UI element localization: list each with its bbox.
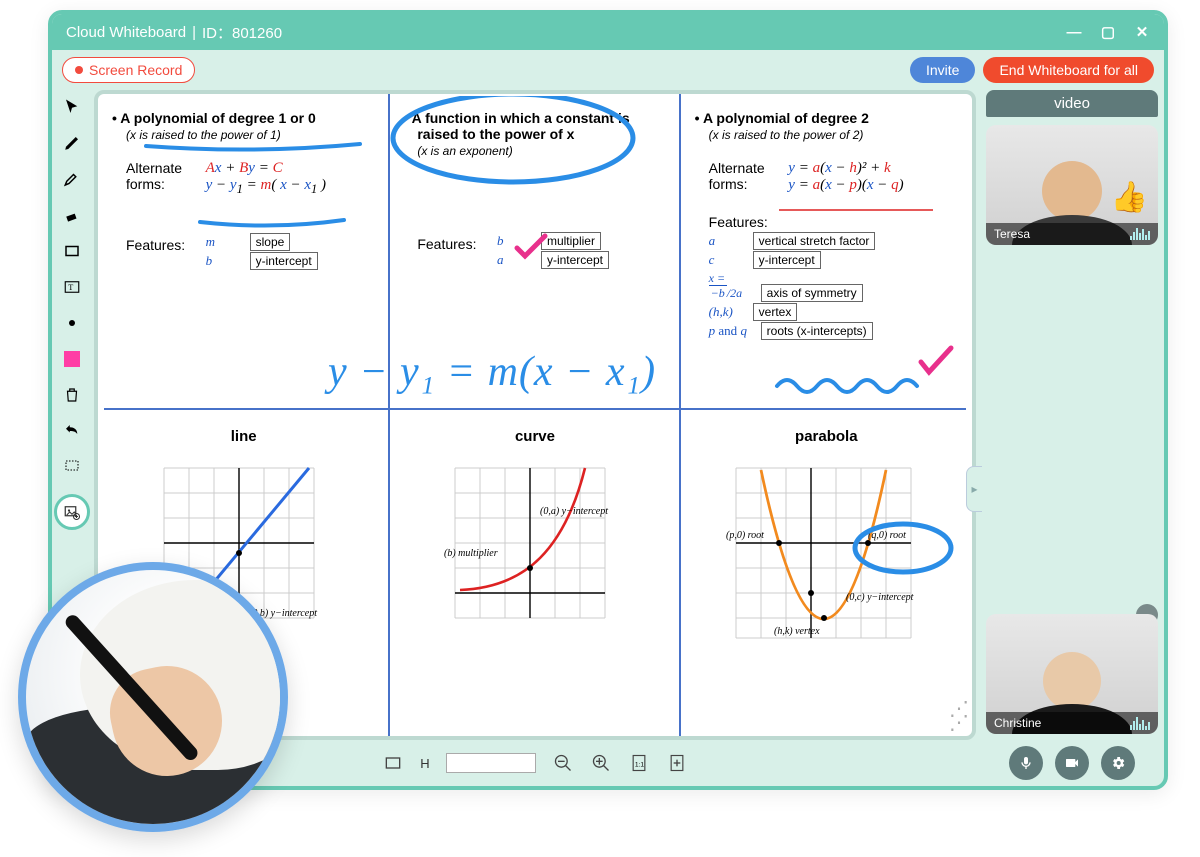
undo-tool[interactable] (61, 420, 83, 442)
fit-page-button[interactable]: 1:1 (628, 752, 650, 774)
add-image-tool[interactable] (54, 494, 90, 530)
col1-title: A polynomial of degree 1 or 0 (126, 110, 369, 126)
video-panel: ▸ video 👍 Teresa ⋯ Christine (980, 90, 1164, 786)
zoom-out-button[interactable] (552, 752, 574, 774)
zoom-in-button[interactable] (590, 752, 612, 774)
panel-collapse-handle[interactable]: ▸ (966, 466, 982, 512)
camera-button[interactable] (1055, 746, 1089, 780)
participant-1-name: Teresa (994, 227, 1030, 241)
col1-alt2: y − y1 = m( x − x1 ) (206, 177, 326, 193)
video-panel-header: video (986, 90, 1158, 117)
screen-record-button[interactable]: Screen Record (62, 57, 195, 83)
col2-title: A function in which a constant is raised… (417, 110, 660, 142)
pointer-tool[interactable] (61, 96, 83, 118)
close-button[interactable]: ✕ (1134, 23, 1150, 41)
col3-alt-label: Alternate forms: (709, 160, 785, 192)
col2-shape: curve (389, 428, 680, 445)
col3-alt1: y = a(x − h)² + k (788, 160, 890, 176)
col3-shape: parabola (681, 428, 972, 445)
col3-subtitle: (x is raised to the power of 2) (709, 128, 952, 142)
pen-tool[interactable] (61, 132, 83, 154)
svg-text:(h,k) vertex: (h,k) vertex (774, 626, 820, 637)
handwritten-equation: y − y₁ = m(x − x₁) (328, 348, 656, 396)
canvas-col-2: A function in which a constant is raised… (389, 94, 680, 736)
height-label: H (420, 756, 429, 771)
screen-record-label: Screen Record (89, 62, 182, 78)
svg-text:1:1: 1:1 (635, 761, 645, 768)
col1-alt-label: Alternate forms: (126, 160, 202, 192)
new-page-button[interactable] (666, 752, 688, 774)
shape-tool[interactable] (61, 240, 83, 262)
svg-text:(0,a) y−intercept: (0,a) y−intercept (540, 506, 608, 517)
minimize-button[interactable]: — (1066, 24, 1082, 41)
col3-alt2: y = a(x − p)(x − q) (788, 177, 903, 193)
svg-text:(q,0) root: (q,0) root (868, 530, 906, 541)
resize-grip[interactable]: ⋰⋰ (949, 702, 966, 730)
trash-tool[interactable] (61, 384, 83, 406)
app-name: Cloud Whiteboard (66, 24, 186, 41)
col1-alt1: Ax + By = C (206, 160, 283, 176)
title-bar: Cloud Whiteboard | ID：801260 — ▢ ✕ (52, 14, 1164, 50)
video-card-1[interactable]: 👍 Teresa (986, 125, 1158, 245)
text-tool[interactable]: T (61, 276, 83, 298)
height-input[interactable] (446, 753, 536, 773)
audio-wave-icon (1130, 228, 1150, 240)
mic-button[interactable] (1009, 746, 1043, 780)
draw-rect-tool[interactable] (382, 752, 404, 774)
svg-text:(p,0) root: (p,0) root (726, 530, 764, 541)
video-controls (986, 746, 1158, 780)
invite-button[interactable]: Invite (910, 57, 975, 83)
color-swatch[interactable] (61, 348, 83, 370)
participant-2-name: Christine (994, 716, 1041, 730)
audio-wave-icon (1130, 717, 1150, 730)
svg-text:(b) multiplier: (b) multiplier (444, 548, 498, 559)
col1-shape: line (98, 428, 389, 445)
col3-feat-label: Features: (709, 214, 785, 230)
maximize-button[interactable]: ▢ (1100, 23, 1116, 41)
col3-title: A polynomial of degree 2 (709, 110, 952, 126)
lasso-tool[interactable] (61, 456, 83, 478)
col3-graph: (p,0) root (q,0) root (0,c) y−intercept … (716, 458, 936, 658)
settings-button[interactable] (1101, 746, 1135, 780)
col1-feat-label: Features: (126, 237, 202, 253)
eraser-tool[interactable] (61, 204, 83, 226)
canvas-col-3: A polynomial of degree 2 (x is raised to… (681, 94, 972, 736)
highlighter-tool[interactable] (61, 168, 83, 190)
end-whiteboard-button[interactable]: End Whiteboard for all (983, 57, 1154, 83)
stylus-hand-illustration (18, 562, 288, 832)
action-bar: Screen Record Invite End Whiteboard for … (52, 50, 1164, 90)
col2-graph: (0,a) y−intercept (b) multiplier (440, 458, 630, 638)
svg-text:(0,c) y−intercept: (0,c) y−intercept (846, 592, 914, 603)
col2-subtitle: (x is an exponent) (417, 144, 660, 158)
svg-text:T: T (68, 283, 73, 292)
record-icon (75, 66, 83, 74)
video-card-2[interactable]: Christine (986, 614, 1158, 734)
col2-feat-label: Features: (417, 236, 493, 252)
dot-tool[interactable] (61, 312, 83, 334)
col1-subtitle: (x is raised to the power of 1) (126, 128, 369, 142)
session-id: ID：801260 (202, 22, 282, 43)
title-separator: | (192, 24, 196, 41)
